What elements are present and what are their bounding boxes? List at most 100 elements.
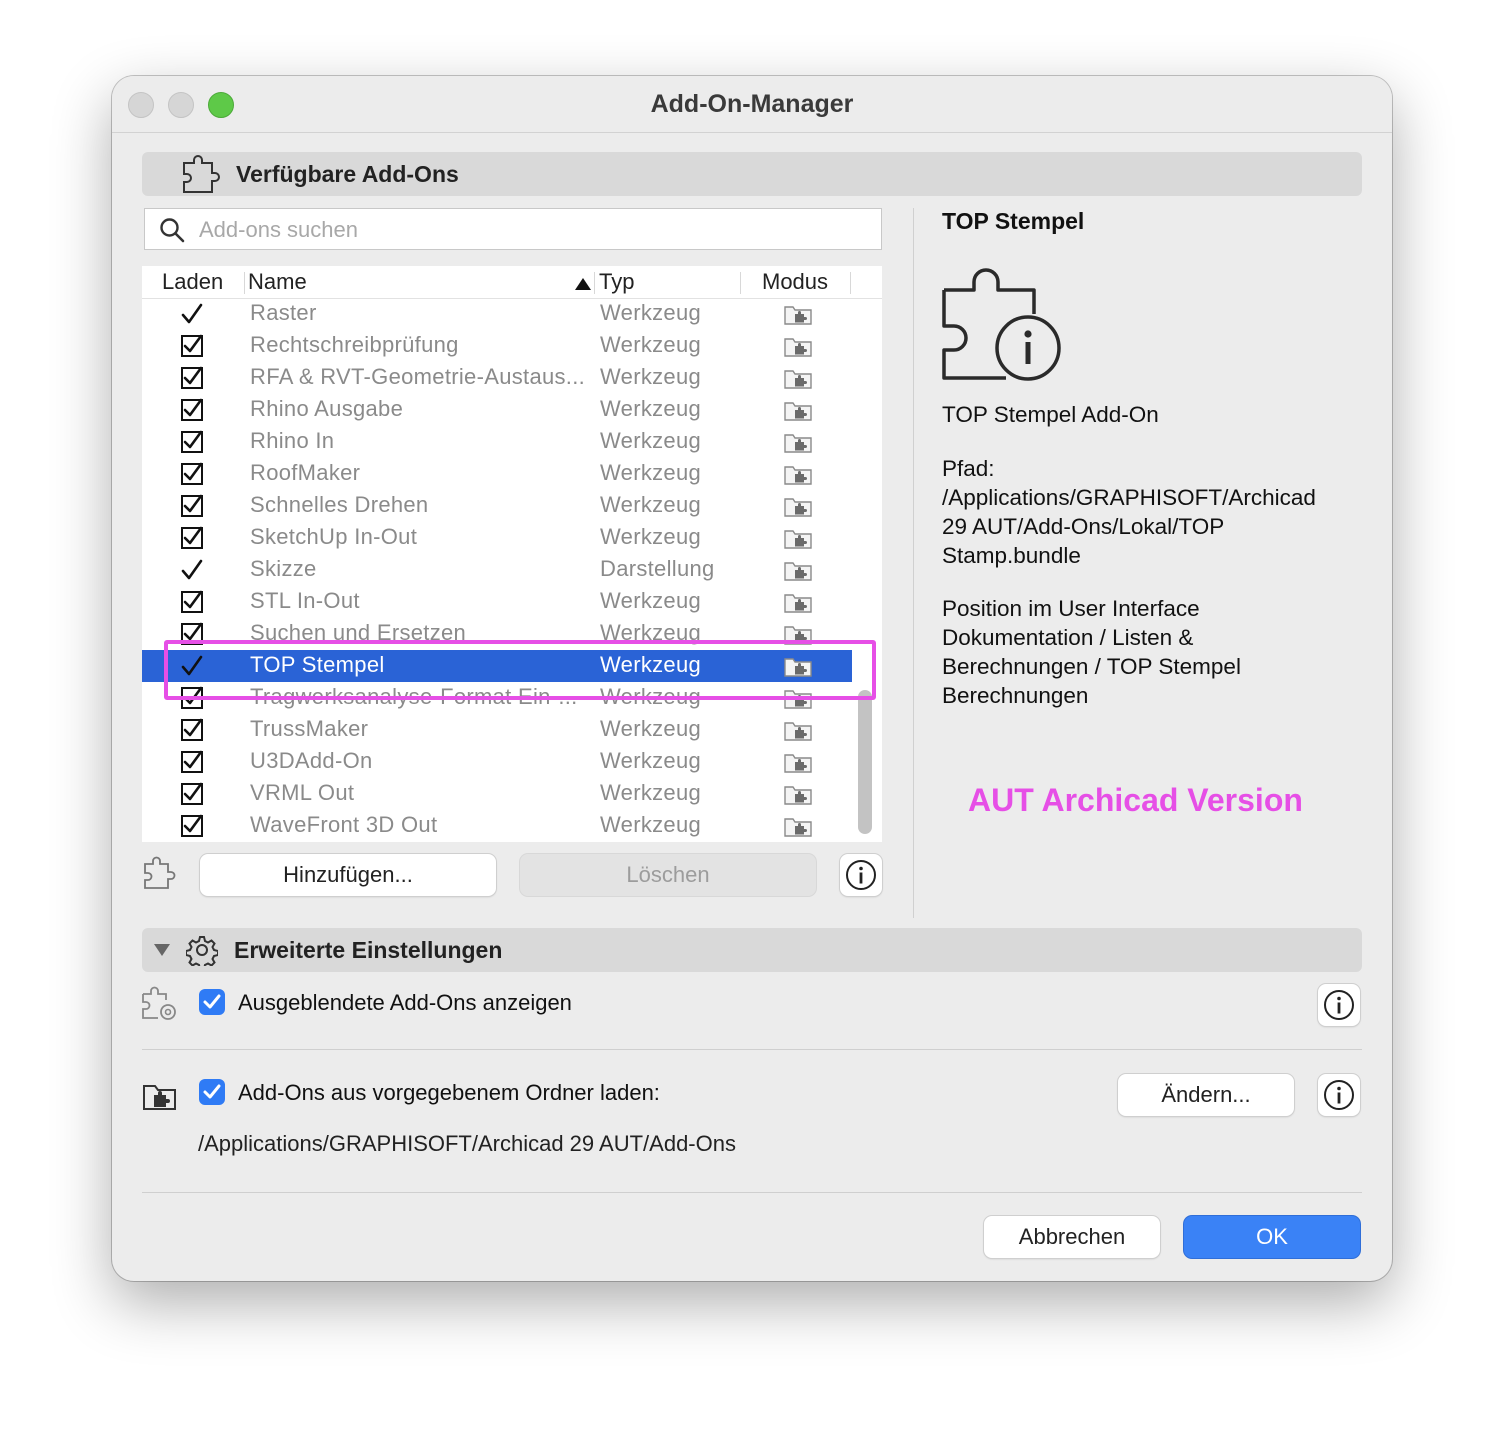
list-info-button[interactable] (840, 854, 882, 896)
load-checkbox[interactable] (180, 718, 204, 742)
load-checkbox[interactable] (180, 814, 204, 838)
addon-type: Darstellung (600, 556, 715, 581)
delete-button[interactable]: Löschen (520, 854, 816, 896)
search-icon (160, 218, 185, 243)
mode-folder-icon[interactable] (784, 527, 812, 549)
load-checkbox[interactable] (180, 462, 204, 486)
sort-ascending-icon (575, 278, 591, 290)
mode-folder-icon[interactable] (784, 367, 812, 389)
detail-position-block: Position im User Interface Dokumentation… (942, 594, 1362, 710)
addon-type: Werkzeug (600, 492, 702, 517)
list-item[interactable]: Skizze Darstellung (142, 554, 854, 586)
detail-path-label: Pfad: (942, 456, 995, 481)
puzzle-icon (183, 155, 220, 193)
load-checkbox[interactable] (180, 782, 204, 806)
addon-name: U3DAdd-On (250, 748, 373, 773)
list-item[interactable]: STL In-Out Werkzeug (142, 586, 854, 618)
addon-name: Rhino In (250, 428, 335, 453)
add-on-manager-window: Add-On-Manager Verfügbare Add-Ons Add-on… (112, 76, 1392, 1281)
ok-button[interactable]: OK (1184, 1216, 1360, 1258)
title-bar: Add-On-Manager (112, 76, 1392, 133)
list-item[interactable]: WaveFront 3D Out Werkzeug (142, 810, 854, 842)
show-hidden-checkbox[interactable] (199, 989, 225, 1015)
list-item[interactable]: U3DAdd-On Werkzeug (142, 746, 854, 778)
load-checkbox[interactable] (180, 590, 204, 614)
load-folder-checkbox[interactable] (199, 1079, 225, 1105)
mode-folder-icon[interactable] (784, 335, 812, 357)
disclosure-triangle-icon[interactable] (152, 942, 172, 958)
list-item[interactable]: SketchUp In-Out Werkzeug (142, 522, 854, 554)
change-folder-button[interactable]: Ändern... (1118, 1074, 1294, 1116)
load-checkbox[interactable] (180, 398, 204, 422)
addon-name: Rechtschreibprüfung (250, 332, 459, 357)
load-check-icon[interactable] (180, 302, 204, 326)
column-load[interactable]: Laden (162, 269, 223, 295)
available-addons-title: Verfügbare Add-Ons (236, 161, 459, 187)
addon-type: Werkzeug (600, 428, 702, 453)
addon-name: STL In-Out (250, 588, 360, 613)
info-icon (1324, 990, 1354, 1020)
mode-folder-icon[interactable] (784, 495, 812, 517)
load-checkbox[interactable] (180, 430, 204, 454)
column-name[interactable]: Name (248, 269, 307, 295)
addon-puzzle-icon (144, 856, 176, 889)
load-checkbox[interactable] (180, 366, 204, 390)
add-button[interactable]: Hinzufügen... (200, 854, 496, 896)
cancel-button[interactable]: Abbrechen (984, 1216, 1160, 1258)
list-item[interactable]: Schnelles Drehen Werkzeug (142, 490, 854, 522)
addon-name: RFA & RVT-Geometrie-Austaus... (250, 364, 586, 389)
mode-folder-icon[interactable] (784, 431, 812, 453)
list-scrollbar[interactable] (858, 690, 872, 834)
load-checkbox[interactable] (180, 334, 204, 358)
detail-position-line: Dokumentation / Listen & (942, 625, 1194, 650)
list-item[interactable]: Rhino In Werkzeug (142, 426, 854, 458)
mode-folder-icon[interactable] (784, 559, 812, 581)
load-checkbox[interactable] (180, 750, 204, 774)
list-item[interactable]: Rhino Ausgabe Werkzeug (142, 394, 854, 426)
addon-type: Werkzeug (600, 460, 702, 485)
mode-folder-icon[interactable] (784, 719, 812, 741)
detail-path-block: Pfad: /Applications/GRAPHISOFT/Archicad … (942, 454, 1362, 570)
addon-type: Werkzeug (600, 524, 702, 549)
search-input[interactable]: Add-ons suchen (144, 208, 882, 250)
mode-folder-icon[interactable] (784, 463, 812, 485)
mode-folder-icon[interactable] (784, 815, 812, 837)
load-check-icon[interactable] (180, 558, 204, 582)
mode-folder-icon[interactable] (784, 303, 812, 325)
addon-type: Werkzeug (600, 716, 702, 741)
detail-path-line: Stamp.bundle (942, 543, 1081, 568)
info-icon (1324, 1080, 1354, 1110)
detail-description: TOP Stempel Add-On (942, 402, 1159, 427)
aut-version-annotation: AUT Archicad Version (968, 782, 1303, 818)
column-type[interactable]: Typ (599, 269, 634, 295)
addons-list[interactable]: Laden Name Typ Modus Raster Werkzeug Recht… (142, 266, 882, 842)
load-checkbox[interactable] (180, 526, 204, 550)
column-mode[interactable]: Modus (762, 269, 828, 295)
list-item[interactable]: Raster Werkzeug (142, 298, 854, 330)
mode-folder-icon[interactable] (784, 591, 812, 613)
load-checkbox[interactable] (180, 494, 204, 518)
mode-folder-icon[interactable] (784, 751, 812, 773)
info-icon (846, 860, 876, 890)
search-placeholder: Add-ons suchen (199, 217, 358, 242)
detail-position-line: Berechnungen (942, 683, 1089, 708)
list-item[interactable]: VRML Out Werkzeug (142, 778, 854, 810)
list-item[interactable]: Rechtschreibprüfung Werkzeug (142, 330, 854, 362)
list-item[interactable]: TrussMaker Werkzeug (142, 714, 854, 746)
addon-name: WaveFront 3D Out (250, 812, 438, 837)
load-folder-info-button[interactable] (1318, 1074, 1360, 1116)
show-hidden-label[interactable]: Ausgeblendete Add-Ons anzeigen (238, 990, 572, 1016)
detail-path-line: 29 AUT/Add-Ons/Lokal/TOP (942, 514, 1225, 539)
highlight-annotation-box (164, 640, 876, 700)
load-folder-label[interactable]: Add-Ons aus vorgegebenem Ordner laden: (238, 1080, 660, 1106)
detail-position-line: Berechnungen / TOP Stempel (942, 654, 1241, 679)
panel-divider (913, 208, 914, 918)
show-hidden-info-button[interactable] (1318, 984, 1360, 1026)
advanced-settings-header[interactable]: Erweiterte Einstellungen (142, 928, 1362, 972)
list-item[interactable]: RFA & RVT-Geometrie-Austaus... Werkzeug (142, 362, 854, 394)
mode-folder-icon[interactable] (784, 399, 812, 421)
addon-name: VRML Out (250, 780, 355, 805)
addon-name: Schnelles Drehen (250, 492, 429, 517)
mode-folder-icon[interactable] (784, 783, 812, 805)
list-item[interactable]: RoofMaker Werkzeug (142, 458, 854, 490)
